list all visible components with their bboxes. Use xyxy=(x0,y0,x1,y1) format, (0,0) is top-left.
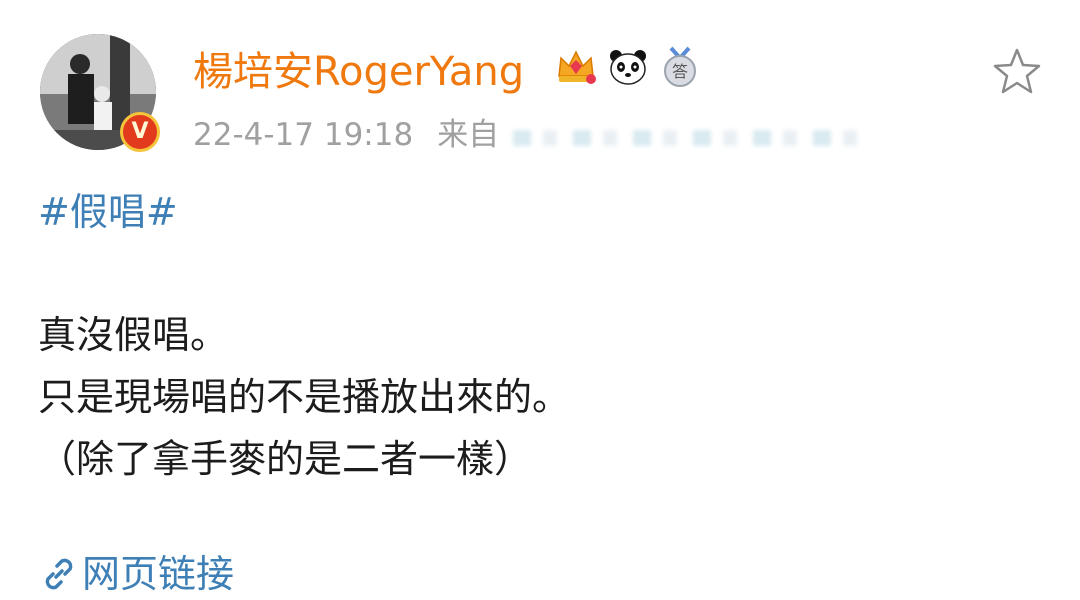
topic-hashtag[interactable]: #假唱# xyxy=(38,186,178,238)
post-timestamp: 22-4-17 19:18 xyxy=(193,117,414,153)
answer-medal-label: 答 xyxy=(672,62,688,81)
answer-medal-icon: 答 xyxy=(664,46,696,87)
user-badges: 答 xyxy=(555,46,701,88)
post-meta: 22-4-17 19:18 来自 xyxy=(193,114,874,156)
post-line: （除了拿手麥的是二者一樣） xyxy=(38,437,533,481)
verified-badge-icon: V xyxy=(120,112,160,152)
web-link[interactable]: 网页链接 xyxy=(40,548,234,600)
post-line: 只是現場唱的不是播放出來的。 xyxy=(38,375,571,419)
post-line: 真沒假唱。 xyxy=(38,313,229,357)
web-link-label: 网页链接 xyxy=(82,552,235,596)
link-icon xyxy=(45,558,73,590)
crown-badge-icon xyxy=(558,50,596,84)
post-body: 真沒假唱。 只是現場唱的不是播放出來的。 （除了拿手麥的是二者一樣） xyxy=(38,304,570,490)
source-redacted xyxy=(513,130,874,146)
username[interactable]: 楊培安RogerYang xyxy=(193,46,524,98)
favorite-star-icon[interactable] xyxy=(992,47,1042,97)
source-label: 来自 xyxy=(437,117,500,153)
panda-badge-icon xyxy=(610,50,646,85)
